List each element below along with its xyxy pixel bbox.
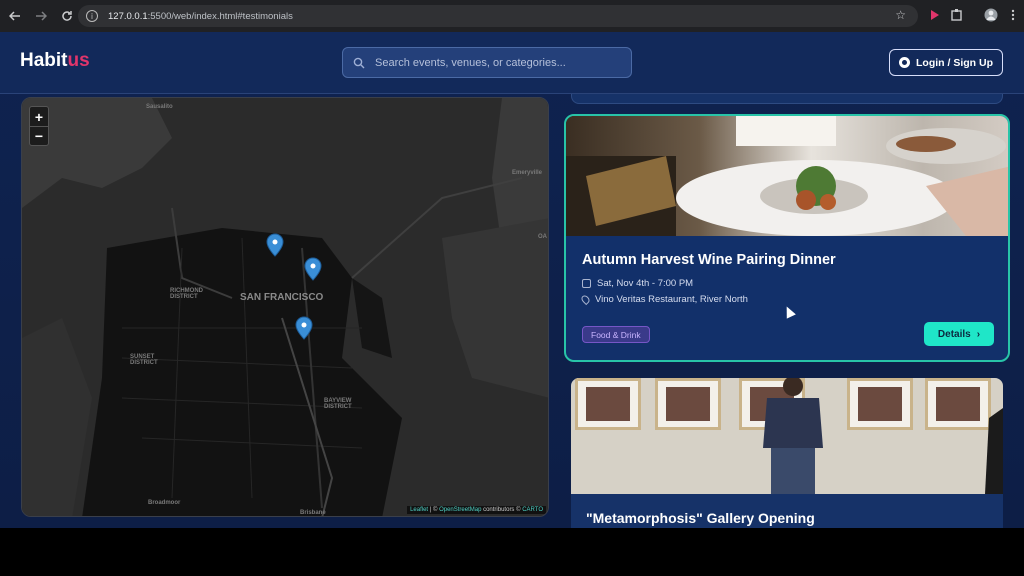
zoom-out-button[interactable]: −	[30, 126, 48, 145]
leaflet-link[interactable]: Leaflet	[410, 507, 428, 513]
web-page: Habitus Login / Sign Up	[0, 32, 1024, 528]
map-attribution: Leaflet | © OpenStreetMap contributors ©…	[407, 506, 546, 514]
map-label-richmond: RICHMOND DISTRICT	[170, 288, 203, 300]
category-tag[interactable]: Food & Drink	[582, 326, 650, 343]
search-icon	[353, 57, 365, 68]
carto-link[interactable]: CARTO	[522, 507, 543, 513]
map-label-san-francisco: SAN FRANCISCO	[240, 292, 324, 303]
event-image-gallery	[571, 378, 1003, 494]
site-header: Habitus Login / Sign Up	[0, 32, 1024, 94]
map-label-emeryville: Emeryville	[512, 170, 543, 176]
map-label-sausalito: Sausalito	[146, 104, 173, 110]
map-label-broadmoor: Broadmoor	[148, 500, 181, 506]
event-card-gallery[interactable]: "Metamorphosis" Gallery Opening	[571, 378, 1003, 528]
event-title[interactable]: "Metamorphosis" Gallery Opening	[586, 510, 815, 526]
map-label-oakland: OA	[538, 234, 547, 240]
browser-menu-icon[interactable]	[1006, 8, 1020, 22]
profile-avatar-icon[interactable]	[984, 8, 998, 22]
site-logo[interactable]: Habitus	[20, 50, 90, 72]
event-date: Sat, Nov 4th - 7:00 PM	[582, 278, 693, 289]
events-map[interactable]: Sausalito Emeryville OA SAN FRANCISCO RI…	[21, 97, 549, 517]
login-signup-button[interactable]: Login / Sign Up	[889, 49, 1003, 76]
letterbox-bar	[0, 528, 1024, 576]
event-image-dinner	[566, 116, 1008, 236]
puzzle-extensions-icon[interactable]	[950, 8, 964, 22]
map-label-brisbane: Brisbane	[300, 510, 326, 516]
extension-icon[interactable]	[928, 8, 942, 22]
search-box[interactable]	[342, 47, 632, 78]
search-input[interactable]	[375, 56, 615, 69]
event-card-featured[interactable]: Autumn Harvest Wine Pairing Dinner Sat, …	[564, 114, 1010, 362]
calendar-icon	[582, 279, 591, 288]
map-label-bayview: BAYVIEW DISTRICT	[324, 398, 352, 410]
browser-toolbar: i 127.0.0.1:5500/web/index.html#testimon…	[0, 0, 1024, 32]
map-label-sunset: SUNSET DISTRICT	[130, 354, 158, 366]
address-bar[interactable]: i 127.0.0.1:5500/web/index.html#testimon…	[78, 5, 918, 27]
reload-icon[interactable]	[56, 5, 78, 27]
event-venue: Vino Veritas Restaurant, River North	[579, 293, 748, 306]
map-tiles[interactable]	[22, 98, 549, 517]
details-button[interactable]: Details ›	[924, 322, 994, 346]
bookmark-star-icon[interactable]: ☆	[895, 8, 906, 22]
zoom-in-button[interactable]: +	[30, 107, 48, 126]
event-title[interactable]: Autumn Harvest Wine Pairing Dinner	[582, 252, 836, 268]
previous-event-card[interactable]	[571, 94, 1003, 104]
osm-link[interactable]: OpenStreetMap	[439, 507, 481, 513]
user-icon	[899, 57, 910, 68]
forward-icon[interactable]	[30, 5, 52, 27]
chevron-right-icon: ›	[976, 328, 981, 340]
site-info-icon[interactable]: i	[86, 10, 98, 22]
location-pin-icon	[579, 293, 592, 306]
back-icon[interactable]	[4, 5, 26, 27]
url-text: 127.0.0.1:5500/web/index.html#testimonia…	[108, 10, 293, 22]
map-zoom-control: + −	[29, 106, 49, 146]
